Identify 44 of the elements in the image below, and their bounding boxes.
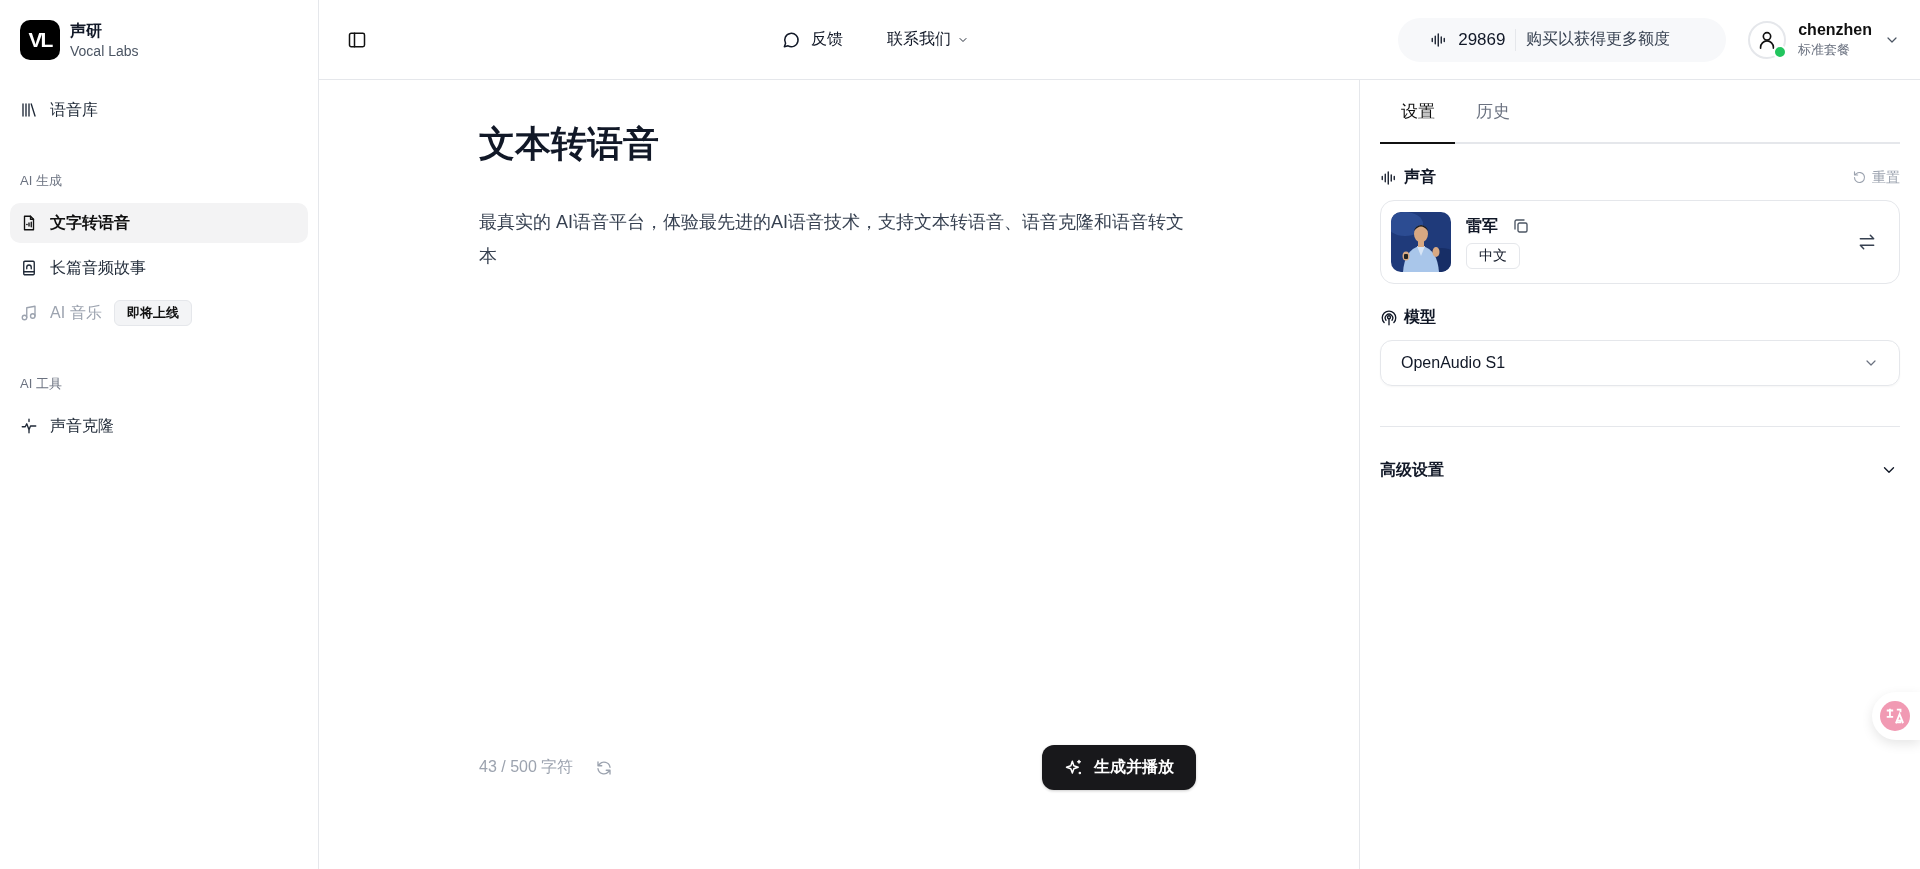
section-heading: 模型	[1380, 307, 1436, 328]
voice-card[interactable]: 雷军 中文	[1380, 200, 1900, 284]
nav-item[interactable]: 长篇音频故事	[10, 248, 308, 288]
section-heading: 声音	[1380, 167, 1436, 188]
nav-item[interactable]: 语音库	[10, 90, 308, 130]
tab[interactable]: 历史	[1455, 80, 1530, 144]
reset-icon	[1852, 170, 1867, 185]
library-icon	[20, 101, 38, 119]
page-title: 文本转语音	[479, 122, 660, 166]
buy-credits-link[interactable]: 购买以获得更多额度	[1526, 29, 1671, 50]
credits-pill[interactable]: 29869 购买以获得更多额度	[1398, 17, 1727, 62]
music-note-icon	[20, 304, 38, 322]
copy-icon	[1512, 217, 1530, 235]
voice-name: 雷军	[1466, 215, 1498, 236]
user-menu[interactable]: chenzhen 标准套餐	[1748, 20, 1900, 59]
description-text: 最真实的 AI语音平台，体验最先进的AI语音技术，支持文本转语音、语音克隆和语音转文本	[479, 211, 1185, 268]
book-icon	[20, 259, 38, 277]
nav-item[interactable]: 声音克隆	[10, 406, 308, 446]
plan-label: 标准套餐	[1798, 40, 1852, 59]
user-name: chenzhen	[1798, 20, 1872, 39]
swap-icon	[1857, 232, 1877, 252]
section-title: AI 工具	[19, 375, 63, 393]
brand-subtitle: Vocal Labs	[70, 43, 139, 59]
refresh-button[interactable]	[595, 758, 614, 777]
top-link[interactable]: 联系我们	[887, 29, 969, 50]
advanced-settings-toggle[interactable]: 高级设置	[1380, 426, 1900, 513]
waveform-icon	[1380, 168, 1398, 187]
tab[interactable]: 设置	[1380, 80, 1455, 144]
credit-count: 29869	[1458, 29, 1506, 50]
language-tag: 中文	[1466, 242, 1520, 269]
copy-button[interactable]	[1512, 217, 1530, 235]
logo: VL	[20, 20, 60, 60]
top-link[interactable]: 反馈	[781, 29, 843, 50]
model-select[interactable]: OpenAudio S1	[1380, 340, 1900, 386]
status-badge: 即将上线	[113, 300, 192, 326]
nav-item[interactable]: 文字转语音	[10, 203, 308, 243]
brand-name: 声研	[70, 21, 103, 41]
generate-button[interactable]: 生成并播放	[1042, 745, 1196, 790]
refresh-icon	[595, 758, 614, 777]
section-title: AI 生成	[19, 172, 63, 190]
character-counter: 43 / 500 字符	[479, 757, 574, 777]
podcast-icon	[1380, 308, 1398, 327]
translate-icon	[1880, 701, 1910, 731]
sparkle-wave-icon	[20, 417, 38, 435]
